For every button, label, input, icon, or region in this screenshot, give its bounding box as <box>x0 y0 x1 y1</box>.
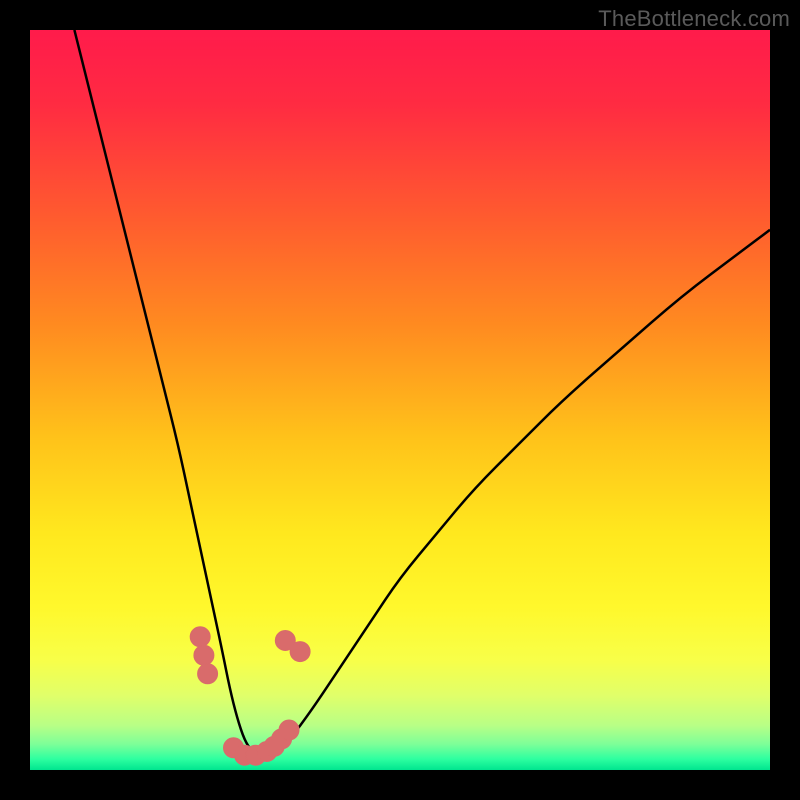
curve-marker <box>194 645 214 665</box>
curve-marker <box>198 664 218 684</box>
curve-markers <box>190 627 310 765</box>
curve-layer <box>30 30 770 770</box>
outer-frame: TheBottleneck.com <box>0 0 800 800</box>
curve-marker <box>279 720 299 740</box>
plot-area <box>30 30 770 770</box>
watermark-text: TheBottleneck.com <box>598 6 790 32</box>
curve-marker <box>190 627 210 647</box>
bottleneck-curve <box>74 30 770 754</box>
curve-marker <box>290 642 310 662</box>
